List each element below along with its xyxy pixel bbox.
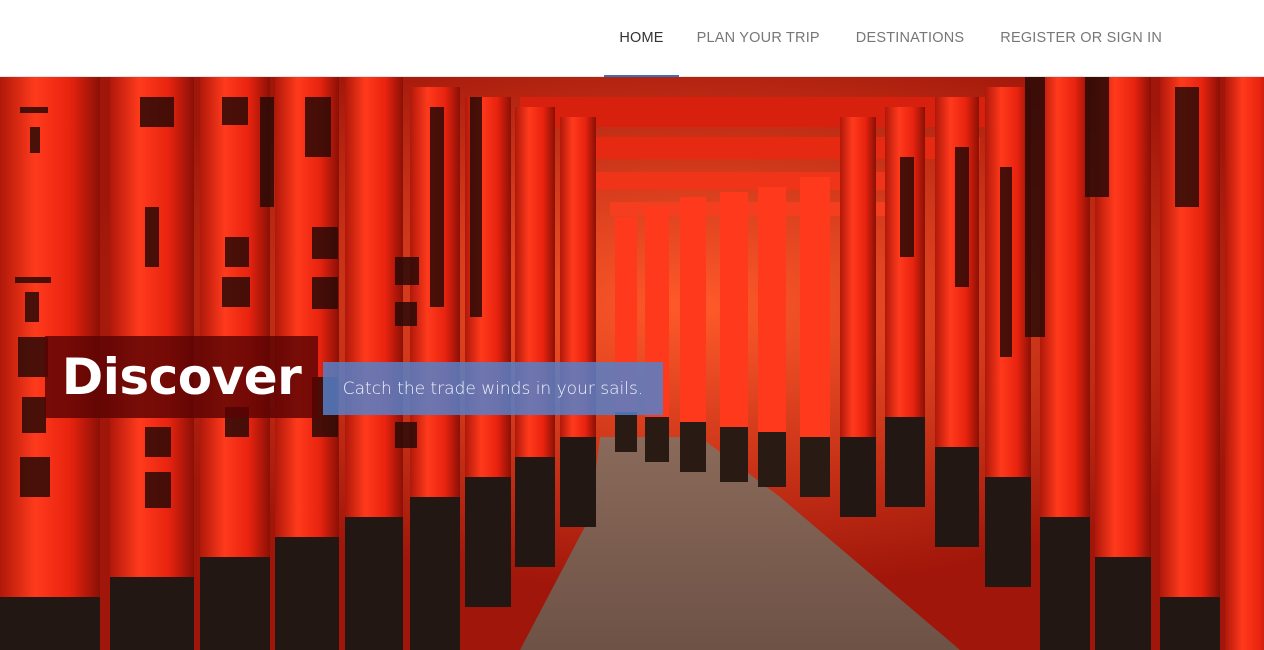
- nav-plan-your-trip[interactable]: PLAN YOUR TRIP: [679, 0, 838, 76]
- hero-banner: Discover Catch the trade winds in your s…: [0, 77, 1264, 650]
- hero-tagline-box: Catch the trade winds in your sails.: [323, 362, 663, 415]
- hero-title-box: Discover: [45, 336, 318, 418]
- nav-destinations[interactable]: DESTINATIONS: [838, 0, 982, 76]
- nav-home[interactable]: HOME: [604, 0, 679, 77]
- nav-register-or-sign-in[interactable]: REGISTER OR SIGN IN: [982, 0, 1180, 76]
- site-header: HOME PLAN YOUR TRIP DESTINATIONS REGISTE…: [0, 0, 1264, 77]
- hero-tagline: Catch the trade winds in your sails.: [342, 378, 644, 399]
- main-nav: HOME PLAN YOUR TRIP DESTINATIONS REGISTE…: [604, 0, 1180, 77]
- hero-title: Discover: [61, 348, 302, 406]
